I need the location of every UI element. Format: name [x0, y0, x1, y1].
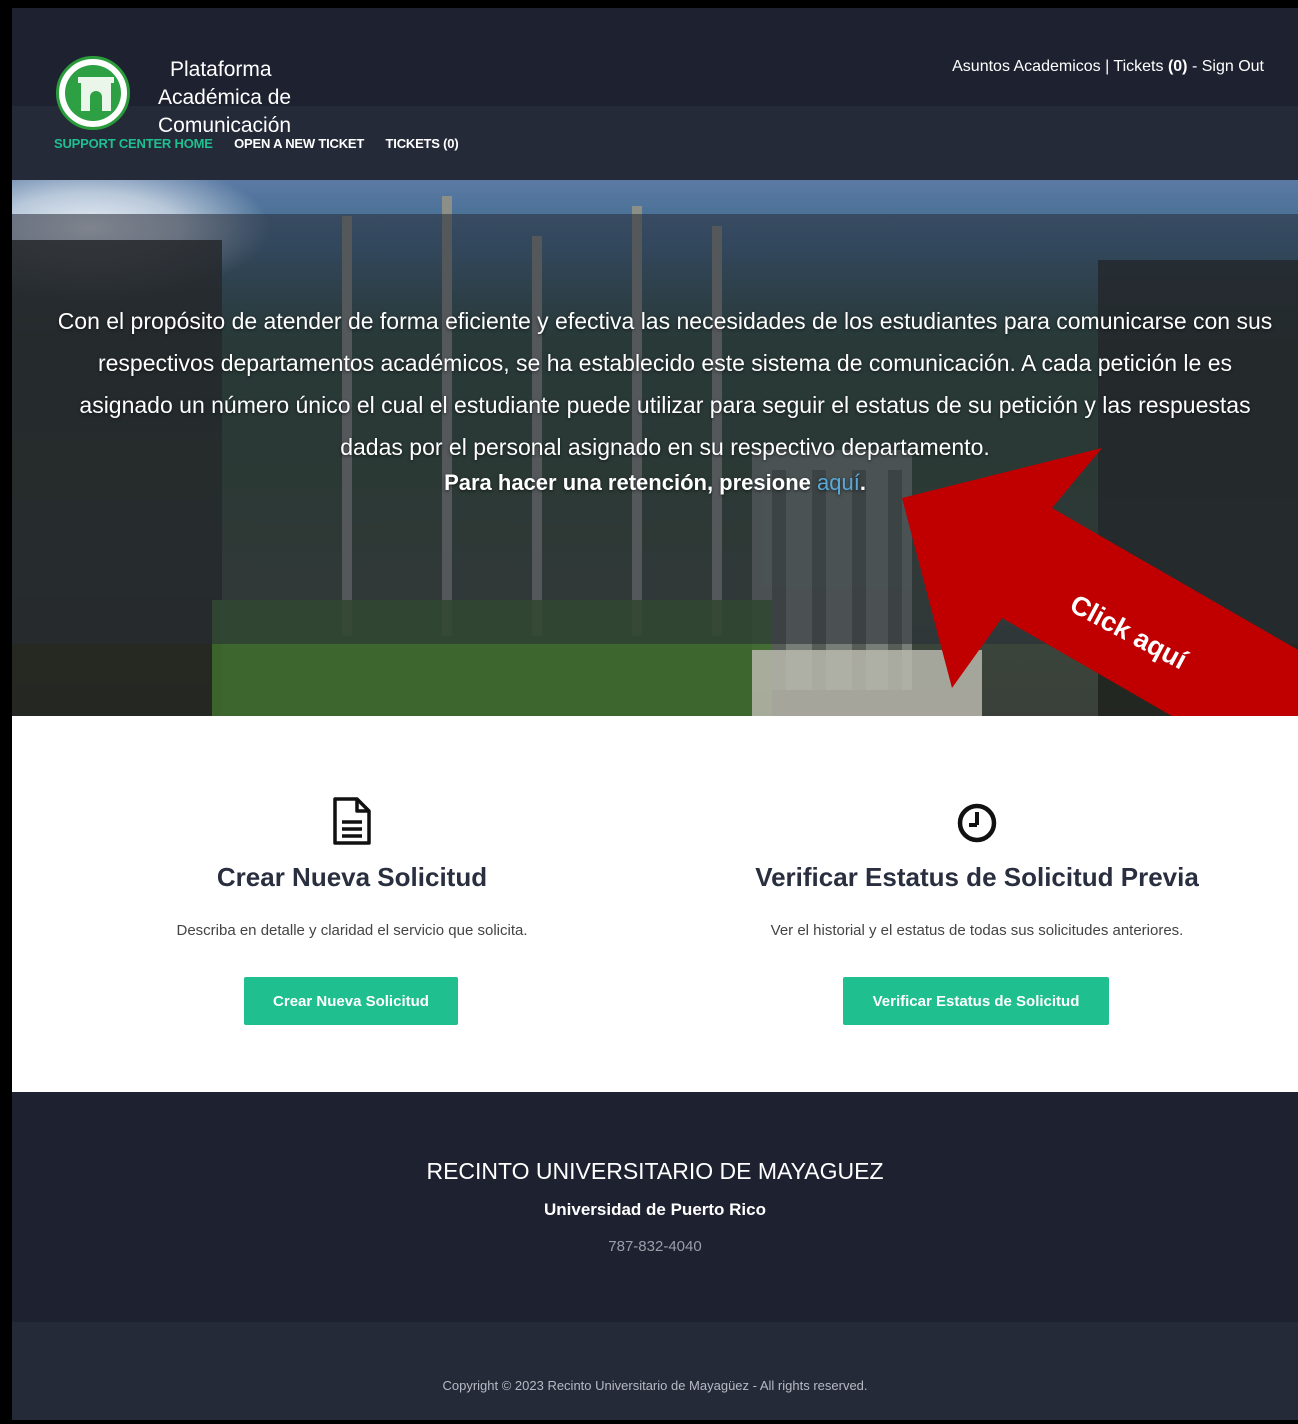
action-cards-section: Crear Nueva Solicitud Describa en detall… [12, 716, 1298, 1092]
brand-line-1: Plataforma [170, 58, 272, 81]
university-seal-logo[interactable] [56, 56, 130, 130]
card-check-status-title: Verificar Estatus de Solicitud Previa [755, 862, 1199, 892]
seal-ring [65, 65, 121, 121]
footer-phone: 787-832-4040 [608, 1238, 702, 1255]
nav-open-new-ticket[interactable]: OPEN A NEW TICKET [234, 136, 364, 151]
document-icon [333, 797, 371, 845]
card-check-status-description: Ver el historial y el estatus de todas s… [770, 922, 1184, 939]
create-request-button[interactable]: Crear Nueva Solicitud [244, 977, 458, 1025]
retention-link[interactable]: aquí [817, 470, 860, 495]
clock-icon [957, 803, 997, 843]
brand-line-2: Académica de [158, 86, 292, 109]
sign-out-link[interactable]: Sign Out [1202, 58, 1264, 75]
nav-tickets[interactable]: TICKETS (0) [386, 136, 459, 151]
signout-separator: - [1187, 58, 1202, 75]
retention-cta-text: Para hacer una retención, presione [444, 470, 817, 495]
nav-support-center-home[interactable]: SUPPORT CENTER HOME [54, 136, 213, 151]
user-menu: Asuntos Academicos | Tickets (0) - Sign … [952, 58, 1264, 76]
copyright-text: Copyright © 2023 Recinto Universitario d… [442, 1378, 868, 1393]
card-new-request-description: Describa en detalle y claridad el servic… [176, 922, 528, 939]
tickets-count: (0) [1167, 58, 1188, 75]
retention-cta-end: . [859, 470, 866, 495]
tickets-link[interactable]: Tickets (0) [1113, 58, 1187, 75]
card-new-request-title: Crear Nueva Solicitud [216, 862, 488, 892]
footer-campus-name: RECINTO UNIVERSITARIO DE MAYAGUEZ [426, 1158, 884, 1184]
user-profile-link[interactable]: Asuntos Academicos [952, 58, 1101, 75]
brand-line-3: Comunicación [158, 114, 292, 137]
site-header: Plataforma Académica de Comunicación Asu… [12, 8, 1298, 180]
copyright-bar: Copyright © 2023 Recinto Universitario d… [12, 1322, 1298, 1420]
user-menu-separator: | [1100, 58, 1114, 75]
page-frame: Plataforma Académica de Comunicación Asu… [12, 8, 1298, 1420]
seal-building-icon [81, 83, 111, 111]
main-nav: SUPPORT CENTER HOME OPEN A NEW TICKET TI… [54, 136, 476, 151]
tickets-link-label: Tickets [1113, 58, 1168, 75]
platform-title: Plataforma Académica de Comunicación [158, 56, 348, 140]
site-footer: RECINTO UNIVERSITARIO DE MAYAGUEZ Univer… [12, 1092, 1298, 1322]
footer-university-name: Universidad de Puerto Rico [544, 1200, 766, 1219]
check-status-button[interactable]: Verificar Estatus de Solicitud [843, 977, 1109, 1025]
